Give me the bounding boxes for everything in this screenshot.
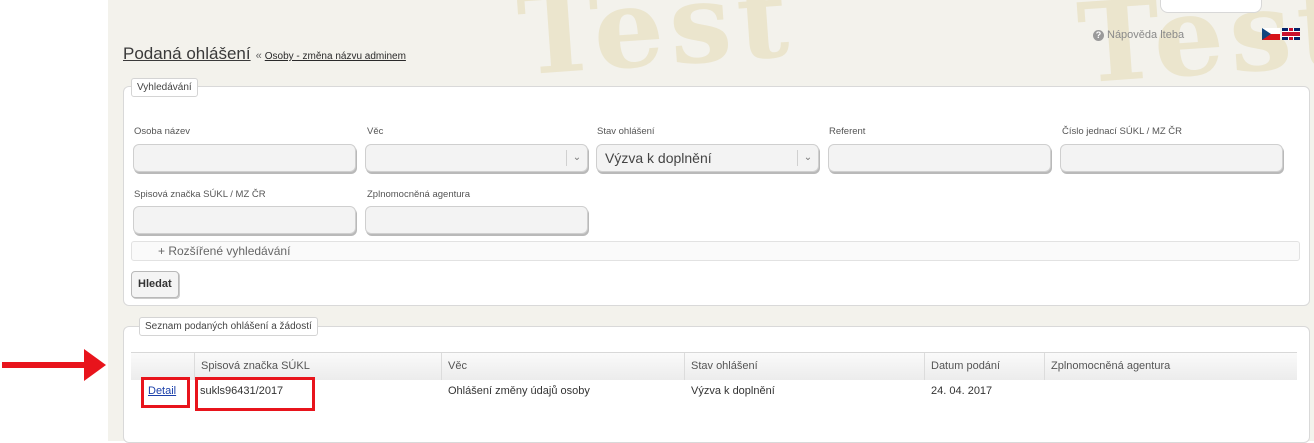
chevron-down-icon[interactable]: ⌄ (566, 150, 587, 166)
table-header-vec[interactable]: Věc (442, 353, 685, 380)
stav-select[interactable]: Výzva k doplnění ⌄ (596, 144, 819, 172)
search-panel (123, 86, 1310, 306)
top-tab[interactable] (1160, 0, 1262, 13)
spisova-znacka-label: Spisová značka SÚKL / MZ ČR (134, 189, 266, 200)
spisova-znacka-input[interactable] (133, 206, 356, 234)
language-switcher (1262, 28, 1300, 40)
vec-label: Věc (367, 126, 384, 137)
results-legend: Seznam podaných ohlášení a žádostí (139, 317, 318, 336)
referent-label: Referent (829, 126, 866, 137)
table-header-agentura[interactable]: Zplnomocněná agentura (1045, 353, 1297, 380)
table-header-datum[interactable]: Datum podání (925, 353, 1045, 380)
agentura-input[interactable] (365, 206, 588, 234)
search-legend: Vyhledávání (131, 78, 198, 97)
page-title[interactable]: Podaná ohlášení (123, 44, 251, 64)
annotation-box-detail (141, 377, 190, 408)
row-vec: Ohlášení změny údajů osoby (448, 385, 590, 397)
cislo-jednaci-input[interactable] (1060, 144, 1283, 172)
help-link[interactable]: ? Nápověda lteba (1093, 29, 1184, 41)
help-label: Nápověda lteba (1107, 29, 1185, 41)
breadcrumb-link[interactable]: Osoby - změna názvu adminem (265, 51, 406, 62)
breadcrumb-separator: « (255, 50, 262, 62)
table-header-action (131, 353, 195, 380)
osoba-nazev-input[interactable] (133, 144, 356, 172)
advanced-search-toggle[interactable]: + Rozšířené vyhledávání (131, 241, 1300, 261)
vec-select[interactable]: ⌄ (365, 144, 588, 172)
uk-flag-icon[interactable] (1282, 28, 1300, 40)
page-header: Podaná ohlášení « Osoby - změna názvu ad… (123, 44, 406, 64)
table-header-spisova-znacka[interactable]: Spisová značka SÚKL (195, 353, 442, 380)
search-button[interactable]: Hledat (131, 271, 179, 298)
annotation-arrow-icon (2, 349, 106, 381)
stav-select-value: Výzva k doplnění (605, 150, 712, 166)
help-icon: ? (1093, 29, 1104, 41)
cislo-jednaci-label: Číslo jednací SÚKL / MZ ČR (1062, 126, 1183, 137)
referent-input[interactable] (828, 144, 1051, 172)
czech-flag-icon[interactable] (1262, 28, 1280, 40)
row-stav: Výzva k doplnění (691, 385, 775, 397)
chevron-down-icon[interactable]: ⌄ (797, 150, 818, 166)
annotation-box-spisova-znacka (195, 377, 315, 411)
row-datum: 24. 04. 2017 (931, 385, 993, 397)
table-header-stav[interactable]: Stav ohlášení (685, 353, 925, 380)
agentura-label: Zplnomocněná agentura (367, 189, 470, 200)
stav-label: Stav ohlášení (597, 126, 655, 137)
advanced-search-label: + Rozšířené vyhledávání (158, 244, 291, 258)
osoba-nazev-label: Osoba název (134, 126, 190, 137)
